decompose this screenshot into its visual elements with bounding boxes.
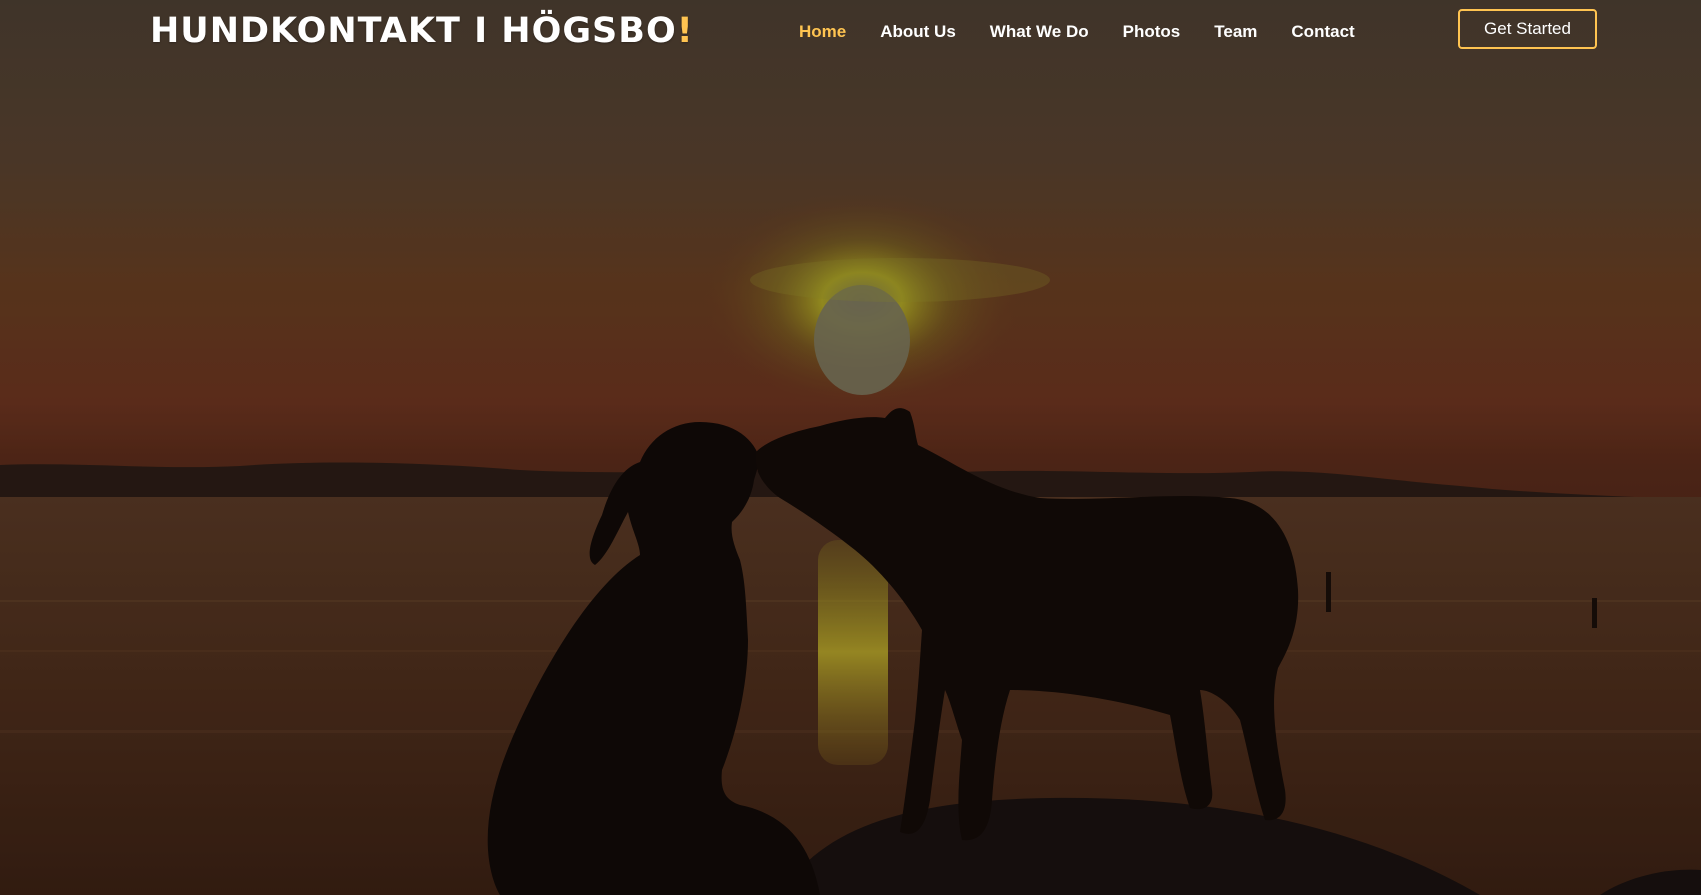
hero-section: HUNDKONTAKT I HÖGSBO! Home About Us What… (0, 0, 1701, 895)
nav-item-home[interactable]: Home (799, 20, 846, 44)
nav-item-what-we-do[interactable]: What We Do (990, 20, 1089, 44)
brand-accent-mark: ! (676, 11, 694, 51)
brand-name: HUNDKONTAKT I HÖGSBO (150, 11, 677, 51)
brand-logo[interactable]: HUNDKONTAKT I HÖGSBO! (150, 10, 694, 52)
site-header: HUNDKONTAKT I HÖGSBO! Home About Us What… (0, 0, 1701, 64)
hero-background-image (0, 0, 1701, 895)
nav-item-team[interactable]: Team (1214, 20, 1257, 44)
nav-item-about-us[interactable]: About Us (880, 20, 956, 44)
main-nav: Home About Us What We Do Photos Team Con… (799, 20, 1389, 44)
nav-item-contact[interactable]: Contact (1291, 20, 1354, 44)
nav-item-photos[interactable]: Photos (1123, 20, 1181, 44)
get-started-button[interactable]: Get Started (1458, 9, 1597, 49)
